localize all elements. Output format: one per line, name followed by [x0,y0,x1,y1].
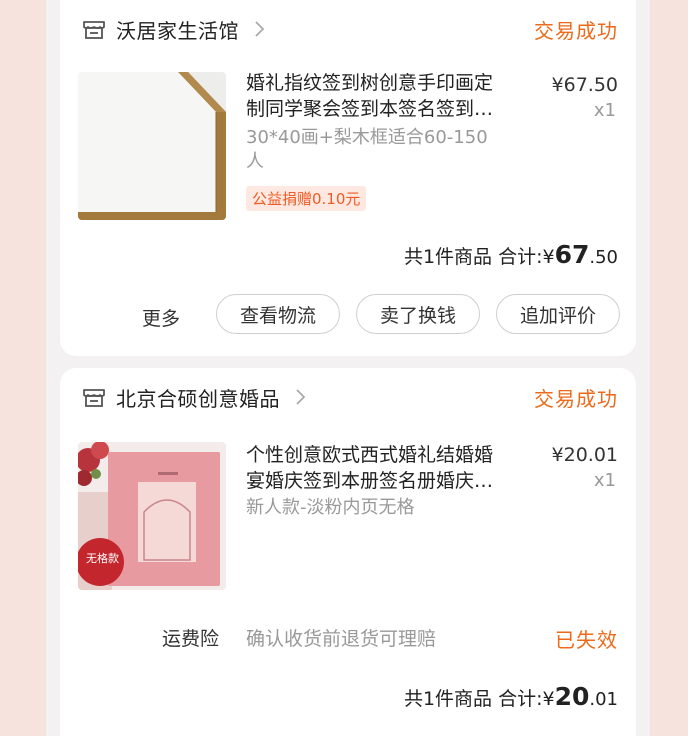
order-status: 交易成功 [534,18,618,43]
product-title[interactable]: 婚礼指纹签到树创意手印画定 制同学聚会签到本签名签到… [246,70,508,122]
product-title[interactable]: 个性创意欧式西式婚礼结婚婚 宴婚庆签到本册签名册婚庆… [246,442,508,494]
view-logistics-button[interactable]: 查看物流 [216,294,340,334]
shipping-insurance-label: 运费险 [162,628,220,650]
wooden-frame-image [78,72,226,220]
product-price: ¥67.50 [551,74,618,96]
store-icon [83,21,105,39]
order-total: 共1件商品 合计:¥20.01 [403,682,618,711]
product-price: ¥20.01 [551,444,618,466]
shipping-insurance-status: 已失效 [555,628,618,652]
shop-name[interactable]: 沃居家生活馆 [116,15,239,44]
chevron-right-icon[interactable] [294,386,308,408]
order-total: 共1件商品 合计:¥67.50 [403,240,618,269]
more-button[interactable]: 更多 [142,304,180,331]
shop-header[interactable]: 沃居家生活馆 交易成功 [82,14,618,44]
product-spec: 30*40画+梨木框适合60-150 人 [246,127,488,172]
thumb-badge: 无格款 [86,552,119,565]
product-quantity: x1 [593,100,616,121]
order-list: 沃居家生活馆 交易成功 婚礼指纹签到树创意手印画定 制同学聚会签到本签名签到… … [46,0,650,736]
chevron-right-icon[interactable] [253,18,267,40]
add-review-button[interactable]: 追加评价 [496,294,620,334]
product-quantity: x1 [593,470,616,491]
shipping-insurance-text: 确认收货前退货可理赔 [246,628,437,650]
guestbook-image [78,442,226,590]
product-image[interactable] [78,72,226,220]
product-image[interactable]: 无格款 [78,442,226,590]
order-card[interactable]: 北京合硕创意婚品 交易成功 无格款 个性创意欧式西式婚礼结婚婚 宴婚庆签到本册签… [60,368,636,736]
shop-header[interactable]: 北京合硕创意婚品 交易成功 [82,382,618,412]
store-icon [83,389,105,407]
product-spec: 新人款-淡粉内页无格 [246,497,415,518]
order-card[interactable]: 沃居家生活馆 交易成功 婚礼指纹签到树创意手印画定 制同学聚会签到本签名签到… … [60,0,636,356]
resell-button[interactable]: 卖了换钱 [356,294,480,334]
shop-name[interactable]: 北京合硕创意婚品 [116,383,280,412]
charity-tag: 公益捐赠0.10元 [246,186,367,211]
order-status: 交易成功 [534,386,618,411]
